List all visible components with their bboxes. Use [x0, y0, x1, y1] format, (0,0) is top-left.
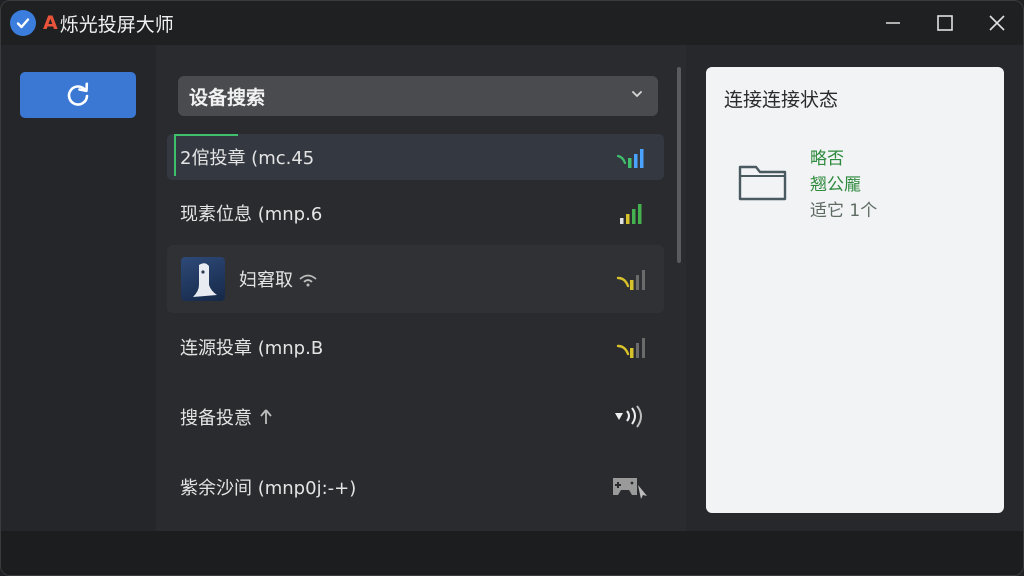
- device-list-item[interactable]: 妇窘取: [167, 245, 664, 313]
- device-list-item[interactable]: 连源投章 (mnp.B: [167, 324, 664, 370]
- app-logo-check-icon: [10, 10, 36, 36]
- maximize-icon: [937, 15, 953, 31]
- app-title: 烁光投屏大师: [59, 13, 174, 36]
- device-list-item[interactable]: 2倌投章 (mc.45: [167, 134, 664, 180]
- close-icon: [989, 15, 1005, 31]
- signal-strength-icon: [616, 270, 645, 290]
- status-line-3: 适它 1个: [810, 201, 878, 221]
- refresh-icon: [67, 82, 89, 106]
- device-name: 现素位息 (mnp.6: [180, 204, 323, 225]
- signal-strength-icon: [616, 149, 644, 168]
- connection-status-panel: 连接连接状态 略否 翘公龎 适它 1个: [706, 67, 1004, 513]
- device-name: 搜备投意: [180, 408, 252, 429]
- device-thumbnail: [181, 257, 225, 301]
- scrollbar-thumb[interactable]: [677, 67, 681, 263]
- upload-arrow-icon: [260, 409, 272, 424]
- device-search-label: 设备搜索: [189, 86, 266, 109]
- wifi-icon: [299, 274, 317, 287]
- device-name: 妇窘取: [239, 270, 293, 291]
- device-name: 2倌投章 (mc.45: [180, 148, 315, 169]
- window-controls: [867, 1, 1023, 45]
- signal-strength-icon: [620, 204, 642, 224]
- minimize-icon: [886, 22, 900, 24]
- minimize-button[interactable]: [867, 1, 919, 45]
- selection-accent: [174, 134, 238, 136]
- gamepad-icon: [613, 478, 647, 499]
- bottom-status-bar: [1, 531, 1023, 575]
- refresh-button[interactable]: [20, 72, 136, 118]
- device-list-item[interactable]: 现素位息 (mnp.6: [167, 190, 664, 236]
- selection-accent-left: [174, 134, 176, 176]
- device-search-dropdown[interactable]: 设备搜索: [178, 76, 658, 116]
- connection-status-title: 连接连接状态: [724, 89, 839, 111]
- status-line-1: 略否: [810, 149, 844, 169]
- left-rail: [1, 45, 156, 531]
- cast-signal-icon: [615, 405, 642, 428]
- app-window: A 烁光投屏大师 设备搜索 2倌投章 (mc.45 现素位息 (mnp.6 妇窘…: [0, 0, 1024, 576]
- device-name: 连源投章 (mnp.B: [180, 338, 324, 359]
- device-list-panel: 设备搜索 2倌投章 (mc.45 现素位息 (mnp.6 妇窘取 连源投章 (m…: [156, 45, 686, 531]
- folder-icon: [738, 165, 787, 201]
- close-button[interactable]: [971, 1, 1023, 45]
- device-name: 紫余沙间 (mnp0j:-+): [180, 478, 357, 499]
- signal-strength-icon: [616, 338, 645, 358]
- title-bar[interactable]: A 烁光投屏大师: [1, 1, 1023, 45]
- app-title-letter: A: [43, 12, 58, 34]
- connection-status-lines: 略否 翘公龎 适它 1个: [810, 146, 877, 224]
- chevron-down-icon: [632, 91, 642, 98]
- status-line-2: 翘公龎: [810, 175, 861, 195]
- maximize-button[interactable]: [919, 1, 971, 45]
- device-list-item[interactable]: 搜备投意: [167, 394, 664, 440]
- device-list-item[interactable]: 紫余沙间 (mnp0j:-+): [167, 464, 664, 510]
